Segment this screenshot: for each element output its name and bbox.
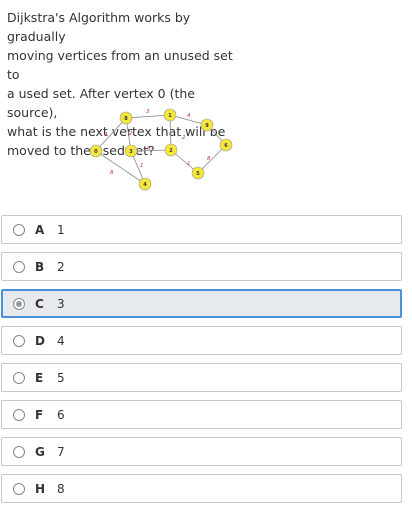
option-value: 2 xyxy=(57,260,65,274)
option-value: 5 xyxy=(57,371,65,385)
edge-weight-label: 8 xyxy=(110,170,114,176)
answer-option-d[interactable]: D4 xyxy=(1,326,402,355)
radio-button[interactable] xyxy=(13,335,25,347)
edge-weight-label: 1 xyxy=(187,161,191,167)
graph-edge xyxy=(125,114,171,119)
answer-option-a[interactable]: A1 xyxy=(1,215,402,244)
answer-option-e[interactable]: E5 xyxy=(1,363,402,392)
option-value: 3 xyxy=(57,297,65,311)
edge-weight-label: 4 xyxy=(187,113,191,119)
edge-weight-label: 3 xyxy=(146,109,150,115)
option-value: 8 xyxy=(57,482,65,496)
option-value: 4 xyxy=(57,334,65,348)
radio-button[interactable] xyxy=(13,372,25,384)
radio-button[interactable] xyxy=(13,224,25,236)
edge-weight-label: 8 xyxy=(207,156,211,162)
edge-weight-label: 4 xyxy=(104,132,108,138)
option-value: 6 xyxy=(57,408,65,422)
edge-weight-label: 6 xyxy=(147,146,151,152)
radio-button[interactable] xyxy=(13,483,25,495)
graph-edge xyxy=(95,117,127,152)
graph-node-label: 4 xyxy=(143,182,147,188)
graph-node-label: 3 xyxy=(129,149,133,155)
graph-node-label: 6 xyxy=(224,143,228,149)
graph-node-label: 1 xyxy=(168,113,172,119)
answer-option-g[interactable]: G7 xyxy=(1,437,402,466)
option-letter: G xyxy=(35,445,45,459)
radio-button[interactable] xyxy=(13,409,25,421)
radio-button[interactable] xyxy=(13,446,25,458)
option-letter: F xyxy=(35,408,44,422)
edge-weight-label: 2 xyxy=(182,135,186,141)
option-letter: C xyxy=(35,297,44,311)
option-value: 1 xyxy=(57,223,65,237)
radio-selected-dot xyxy=(16,301,22,307)
option-letter: B xyxy=(35,260,45,274)
answer-option-h[interactable]: H8 xyxy=(1,474,402,503)
option-letter: E xyxy=(35,371,44,385)
option-letter: H xyxy=(35,482,46,496)
graph-node-label: 5 xyxy=(196,171,200,177)
radio-button[interactable] xyxy=(13,261,25,273)
graph-node-label: 2 xyxy=(169,148,173,154)
answer-option-f[interactable]: F6 xyxy=(1,400,402,429)
option-letter: D xyxy=(35,334,45,348)
radio-button[interactable] xyxy=(13,298,25,310)
edge-weight-label: 1 xyxy=(140,163,144,169)
option-letter: A xyxy=(35,223,45,237)
answer-option-b[interactable]: B2 xyxy=(1,252,402,281)
graph-node-label: 9 xyxy=(205,123,209,129)
graph-node-label: 8 xyxy=(124,116,128,122)
option-value: 7 xyxy=(57,445,65,459)
edge-weight-label: 2 xyxy=(129,131,133,137)
graph-node-label: 0 xyxy=(94,149,98,155)
graph-diagram: 3 4 4 2 2 6 8 1 1 8 8 1 9 6 3 0 2 5 4 xyxy=(89,108,233,191)
answer-option-c[interactable]: C3 xyxy=(1,289,402,318)
